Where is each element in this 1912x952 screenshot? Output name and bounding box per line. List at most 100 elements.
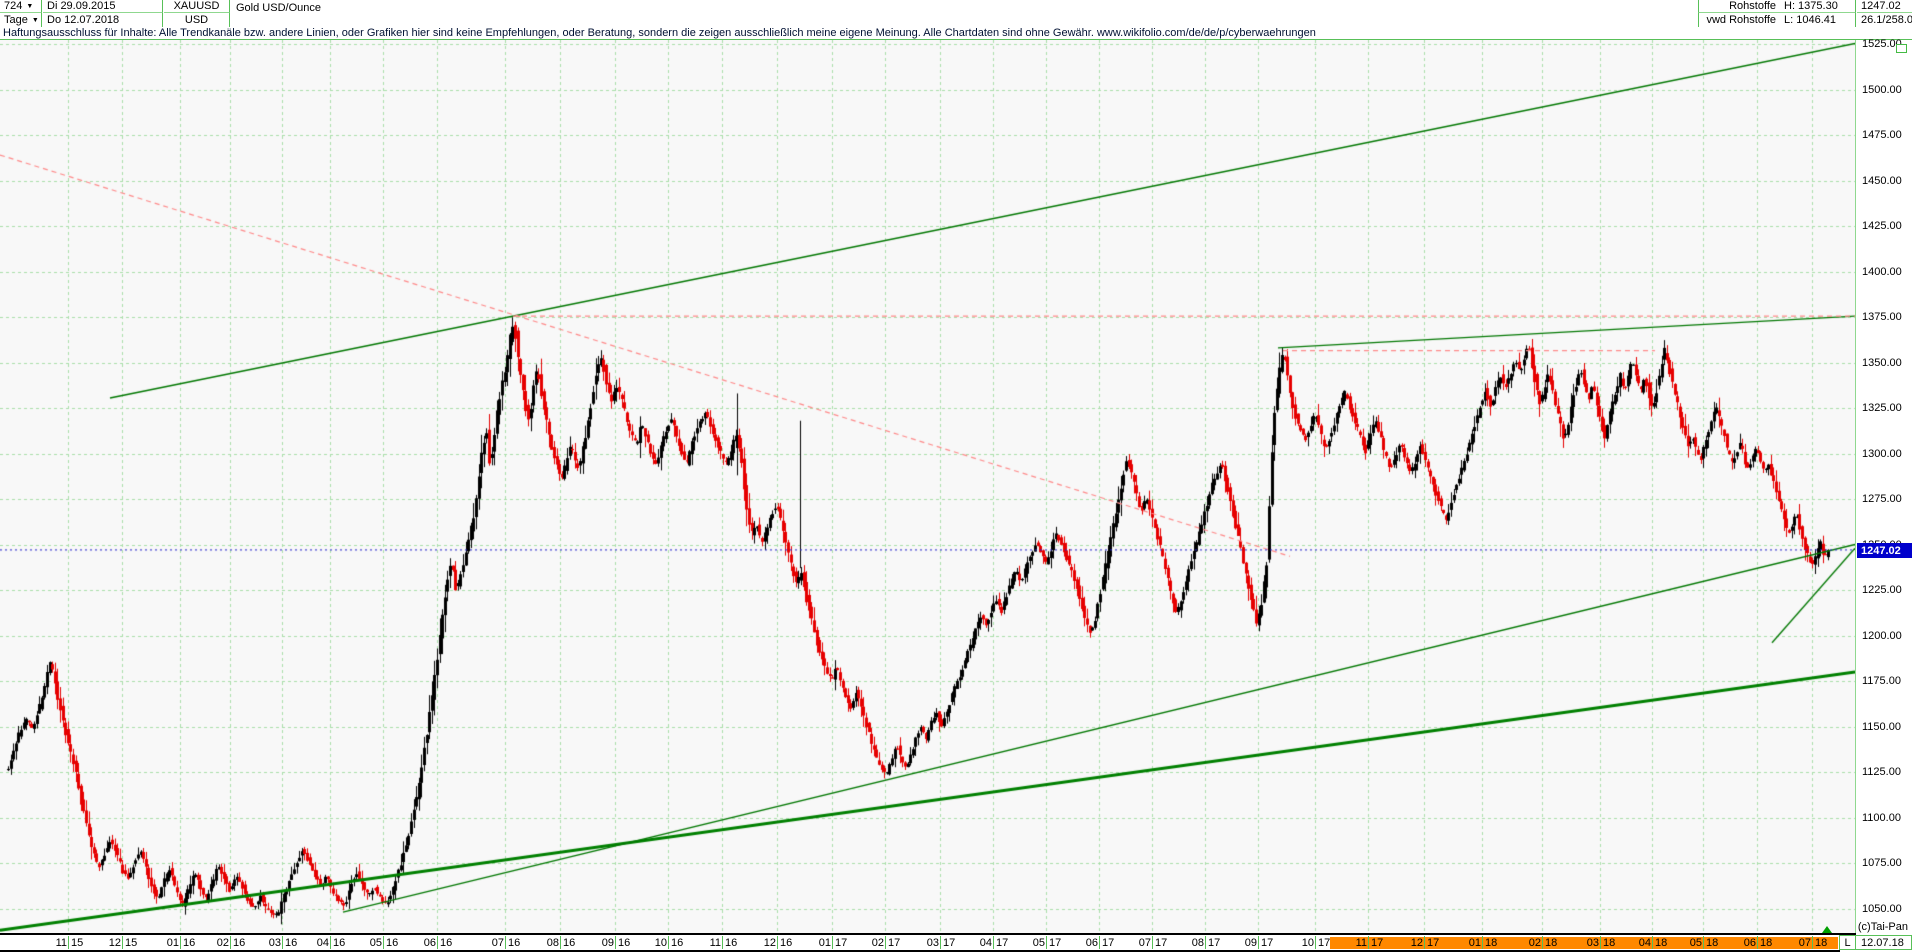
time-axis-month-label: 04 xyxy=(972,937,992,949)
time-axis-tick xyxy=(1652,936,1653,949)
time-axis-month-label: 09 xyxy=(594,937,614,949)
time-axis-month-label: 01 xyxy=(1461,937,1481,949)
price-axis-label: 1350.00 xyxy=(1862,357,1912,369)
time-axis-month-label: 03 xyxy=(1579,937,1599,949)
time-axis-tick xyxy=(68,936,69,949)
time-axis-month-label: 02 xyxy=(209,937,229,949)
dropdown-caret-icon: ▼ xyxy=(32,17,39,24)
symbol-cell: XAUUSD xyxy=(164,0,230,13)
time-axis-month-label: 06 xyxy=(416,937,436,949)
time-axis-month-label: 08 xyxy=(539,937,559,949)
time-axis-year-label: 16 xyxy=(233,937,245,949)
copyright-label: (c)Tai-Pan xyxy=(1856,921,1908,933)
price-axis-label: 1100.00 xyxy=(1862,812,1912,824)
period-value-dropdown[interactable]: 724 ▼ xyxy=(0,0,42,13)
chart-plot-area[interactable] xyxy=(0,40,1856,933)
time-axis-month-label: 04 xyxy=(309,937,329,949)
market-cell: Rohstoffe xyxy=(1698,0,1780,13)
time-axis-month-label: 01 xyxy=(159,937,179,949)
time-axis-tick xyxy=(383,936,384,949)
time-axis-tick xyxy=(1703,936,1704,949)
time-axis: 1115121501160216031604160516061607160816… xyxy=(0,935,1912,952)
time-axis-month-label: 05 xyxy=(1682,937,1702,949)
date-from-label: Di 29.09.2015 xyxy=(47,0,116,12)
chart-resize-handle-icon[interactable] xyxy=(1896,44,1907,53)
time-axis-year-label: 17 xyxy=(1371,937,1383,949)
symbol-label: XAUUSD xyxy=(174,0,220,12)
time-axis-tick xyxy=(282,936,283,949)
time-axis-year-label: 18 xyxy=(1545,937,1557,949)
last-price-marker: 1247.02 xyxy=(1857,543,1912,558)
last-price-cell: 1247.02 xyxy=(1857,0,1912,13)
time-axis-tick xyxy=(993,936,994,949)
time-axis-month-label: 08 xyxy=(1184,937,1204,949)
last-date-cell: 12.07.18 xyxy=(1855,935,1912,950)
time-axis-year-label: 18 xyxy=(1485,937,1497,949)
last-price-header-label: 1247.02 xyxy=(1861,0,1901,12)
date-to-cell[interactable]: Do 12.07.2018 xyxy=(43,13,163,27)
price-axis-label: 1150.00 xyxy=(1862,721,1912,733)
time-axis-tick xyxy=(1099,936,1100,949)
time-axis-tick xyxy=(122,936,123,949)
price-axis: 1050.001075.001100.001125.001150.001175.… xyxy=(1856,40,1912,933)
time-axis-year-label: 17 xyxy=(996,937,1008,949)
time-axis-month-label: 06 xyxy=(1736,937,1756,949)
market-label: Rohstoffe xyxy=(1729,0,1776,12)
time-axis-year-label: 18 xyxy=(1603,937,1615,949)
time-axis-year-label: 16 xyxy=(780,937,792,949)
price-axis-label: 1050.00 xyxy=(1862,903,1912,915)
time-axis-year-label: 16 xyxy=(386,937,398,949)
time-axis-year-label: 17 xyxy=(1427,937,1439,949)
time-axis-year-label: 17 xyxy=(1155,937,1167,949)
time-axis-year-label: 17 xyxy=(888,937,900,949)
time-axis-tick xyxy=(1482,936,1483,949)
price-axis-label: 1500.00 xyxy=(1862,84,1912,96)
time-axis-tick xyxy=(437,936,438,949)
time-axis-month-label: 12 xyxy=(1403,937,1423,949)
last-candle-triangle-icon xyxy=(1822,926,1832,933)
feed-cell: vwd Rohstoffe xyxy=(1698,13,1780,27)
chart-title: Gold USD/Ounce xyxy=(236,1,321,14)
time-axis-tick xyxy=(505,936,506,949)
time-axis-month-label: 07 xyxy=(1131,937,1151,949)
time-axis-year-label: 16 xyxy=(333,937,345,949)
time-axis-year-label: 17 xyxy=(1261,937,1273,949)
time-axis-year-label: 17 xyxy=(943,937,955,949)
stat-label: 26.1/258.0 xyxy=(1861,14,1912,26)
period-unit-dropdown[interactable]: Tage ▼ xyxy=(0,13,42,27)
date-from-cell[interactable]: Di 29.09.2015 xyxy=(43,0,163,13)
time-axis-tick xyxy=(940,936,941,949)
time-axis-tick xyxy=(1542,936,1543,949)
period-value-label: 724 xyxy=(4,0,22,12)
time-axis-month-label: 07 xyxy=(484,937,504,949)
price-chart-canvas[interactable] xyxy=(0,40,1855,933)
time-axis-month-label: 12 xyxy=(101,937,121,949)
time-axis-year-label: 16 xyxy=(671,937,683,949)
time-axis-tick xyxy=(1812,936,1813,949)
time-axis-month-label: 02 xyxy=(1521,937,1541,949)
time-axis-year-label: 17 xyxy=(1049,937,1061,949)
price-axis-label: 1450.00 xyxy=(1862,175,1912,187)
time-axis-year-label: 16 xyxy=(618,937,630,949)
time-axis-tick xyxy=(885,936,886,949)
time-axis-tick xyxy=(1205,936,1206,949)
time-axis-tick xyxy=(1600,936,1601,949)
time-axis-tick xyxy=(330,936,331,949)
time-axis-year-label: 17 xyxy=(1102,937,1114,949)
time-axis-year-label: 17 xyxy=(1208,937,1220,949)
price-axis-label: 1075.00 xyxy=(1862,857,1912,869)
time-axis-year-label: 16 xyxy=(440,937,452,949)
time-axis-tick xyxy=(230,936,231,949)
time-axis-year-label: 16 xyxy=(183,937,195,949)
time-axis-tick xyxy=(615,936,616,949)
time-axis-year-label: 16 xyxy=(725,937,737,949)
price-axis-label: 1325.00 xyxy=(1862,402,1912,414)
time-axis-tick xyxy=(1315,936,1316,949)
time-axis-tick xyxy=(560,936,561,949)
time-axis-tick xyxy=(180,936,181,949)
disclaimer-bar: Haftungsausschluss für Inhalte: Alle Tre… xyxy=(0,27,1912,40)
time-axis-year-label: 16 xyxy=(563,937,575,949)
time-axis-tick xyxy=(832,936,833,949)
high-label: H: 1375.30 xyxy=(1784,0,1838,12)
high-cell: H: 1375.30 xyxy=(1780,0,1856,13)
